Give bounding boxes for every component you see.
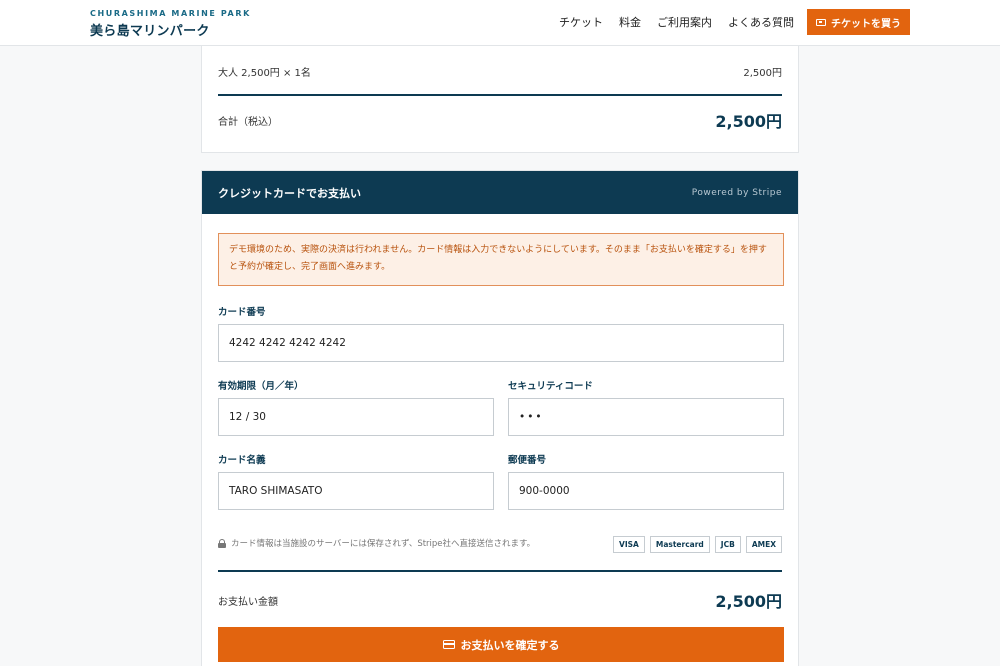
payment-total-label: お支払い金額: [218, 596, 278, 608]
powered-by-stripe: Powered by Stripe: [691, 187, 782, 198]
expiry-input[interactable]: 12 / 30: [218, 398, 494, 436]
logo-japanese: 美ら島マリンパーク: [90, 24, 210, 39]
payment-divider: [218, 570, 782, 572]
nav-tickets[interactable]: チケット: [559, 14, 603, 30]
nav-prices[interactable]: 料金: [619, 14, 641, 30]
lock-icon: [218, 538, 226, 548]
confirm-payment-button[interactable]: お支払いを確定する: [218, 627, 784, 662]
brand-jcb: JCB: [714, 536, 741, 553]
card-brands: VISA Mastercard JCB AMEX: [613, 536, 782, 553]
summary-divider: [218, 94, 782, 96]
card-name-label: カード名義: [218, 455, 266, 466]
summary-total-label: 合計（税込）: [218, 116, 278, 128]
cvc-label: セキュリティコード: [508, 381, 593, 392]
zip-label: 郵便番号: [508, 455, 547, 466]
secure-note: カード情報は当施設のサーバーには保存されず、Stripe社へ直接送信されます。: [218, 537, 535, 549]
payment-form: クレジットカードでお支払い Powered by Stripe デモ環境のため、…: [201, 170, 799, 666]
logo-english: CHURASHIMA MARINE PARK: [90, 9, 251, 18]
payment-total-value: 2,500円: [715, 592, 782, 611]
cvc-input[interactable]: •••: [508, 398, 784, 436]
confirm-payment-label: お支払いを確定する: [460, 638, 560, 652]
payment-total: お支払い金額 2,500円: [218, 588, 782, 612]
credit-card-icon: [442, 640, 455, 649]
brand-mastercard: Mastercard: [649, 536, 710, 553]
secure-note-text: カード情報は当施設のサーバーには保存されず、Stripe社へ直接送信されます。: [231, 539, 536, 549]
order-summary: 大人 2,500円 × 1名 2,500円 合計（税込） 2,500円: [201, 46, 799, 153]
line-item-label: 大人 2,500円 × 1名: [218, 68, 311, 79]
site-logo[interactable]: CHURASHIMA MARINE PARK 美ら島マリンパーク: [90, 9, 251, 39]
brand-visa: VISA: [613, 536, 645, 553]
nav-guide[interactable]: ご利用案内: [657, 14, 712, 30]
brand-amex: AMEX: [745, 536, 782, 553]
ticket-icon: [816, 18, 826, 26]
card-name-input[interactable]: TARO SHIMASATO: [218, 472, 494, 510]
expiry-label: 有効期限（月／年）: [218, 381, 304, 392]
buy-ticket-label: チケットを買う: [831, 18, 901, 30]
summary-total: 合計（税込） 2,500円: [218, 108, 782, 132]
site-header: CHURASHIMA MARINE PARK 美ら島マリンパーク チケット 料金…: [0, 0, 1000, 46]
zip-input[interactable]: 900-0000: [508, 472, 784, 510]
payment-header: クレジットカードでお支払い Powered by Stripe: [202, 171, 798, 214]
main-nav: チケット 料金 ご利用案内 よくある質問: [559, 14, 794, 30]
demo-notice: デモ環境のため、実際の決済は行われません。カード情報は入力できないようにしていま…: [218, 233, 784, 286]
nav-faq[interactable]: よくある質問: [728, 14, 794, 30]
card-number-input[interactable]: 4242 4242 4242 4242: [218, 324, 784, 362]
card-number-label: カード番号: [218, 307, 266, 318]
payment-title: クレジットカードでお支払い: [218, 186, 361, 200]
buy-ticket-button[interactable]: チケットを買う: [807, 9, 910, 35]
line-item: 大人 2,500円 × 1名 2,500円: [218, 64, 782, 79]
line-item-amount: 2,500円: [743, 68, 782, 79]
summary-total-value: 2,500円: [715, 112, 782, 131]
